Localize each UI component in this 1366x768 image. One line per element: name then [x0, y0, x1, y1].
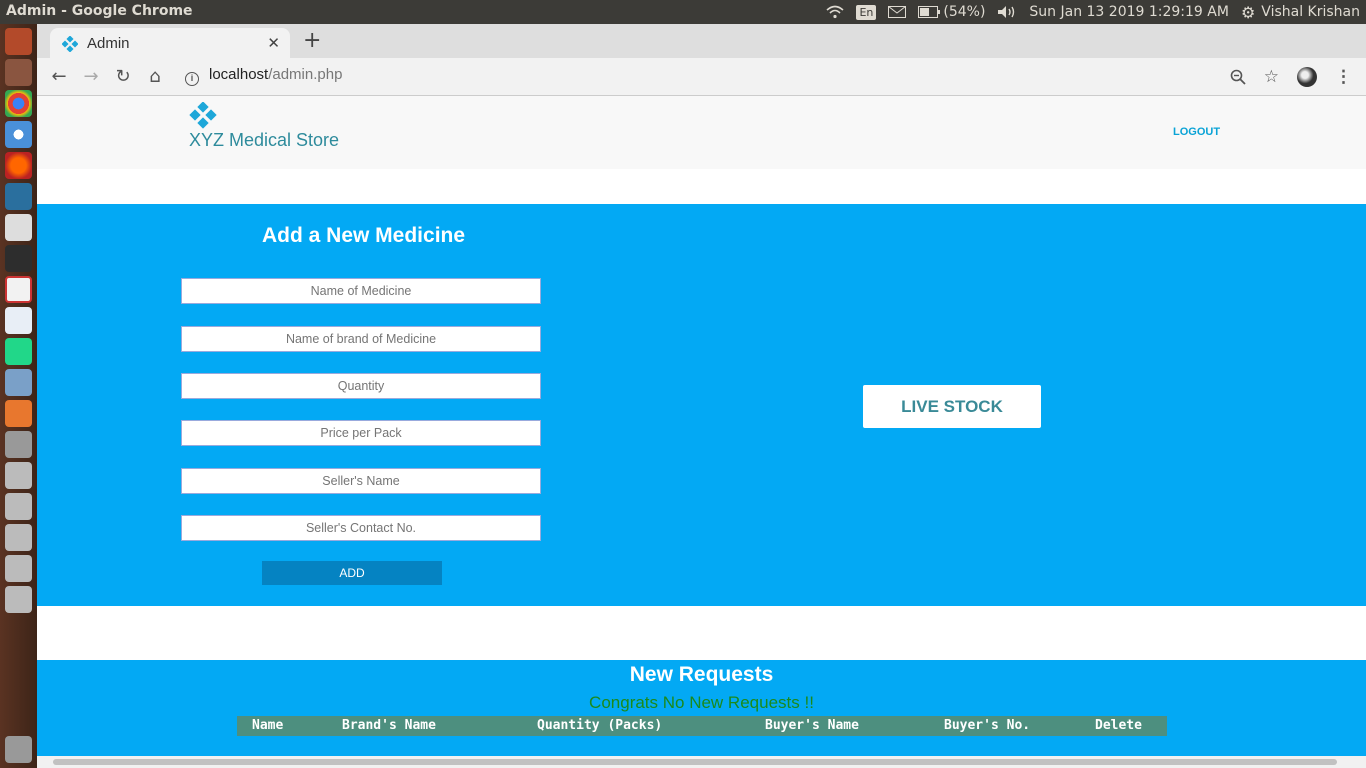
seller-contact-input[interactable] [181, 515, 541, 541]
menu-kebab-icon[interactable]: ⋮ [1335, 67, 1352, 87]
bookmark-star-icon[interactable]: ☆ [1264, 67, 1279, 87]
new-requests-title: New Requests [629, 663, 774, 686]
quantity-input[interactable] [181, 373, 541, 399]
requests-table-header: Name Brand's Name Quantity (Packs) Buyer… [237, 716, 1167, 736]
back-icon[interactable]: ← [49, 67, 69, 87]
column-header: Buyer's No. [944, 718, 1031, 733]
clock[interactable]: Sun Jan 13 2019 1:29:19 AM [1029, 4, 1229, 20]
brand-name[interactable]: XYZ Medical Store [189, 130, 339, 151]
column-header: Buyer's Name [765, 718, 859, 733]
window-title: Admin - Google Chrome [6, 3, 193, 19]
live-stock-button[interactable]: LIVE STOCK [863, 385, 1041, 428]
keyboard-language[interactable]: En [856, 4, 877, 20]
column-header: Quantity (Packs) [537, 718, 663, 733]
price-per-pack-input[interactable] [181, 420, 541, 446]
document-icon[interactable] [5, 307, 32, 334]
mail-icon[interactable] [888, 6, 907, 18]
virtualbox-icon[interactable] [5, 183, 32, 210]
site-info-icon[interactable]: i [185, 72, 199, 86]
battery-icon [918, 6, 941, 18]
user-menu[interactable]: ⚙ Vishal Krishan [1241, 3, 1360, 22]
address-bar[interactable]: i localhost/admin.php [185, 66, 342, 86]
add-medicine-title: Add a New Medicine [262, 224, 466, 247]
files-icon[interactable] [5, 59, 32, 86]
new-tab-icon[interactable]: + [303, 28, 321, 53]
column-header: Delete [1095, 718, 1142, 733]
pycharm-icon[interactable] [5, 338, 32, 365]
site-favicon-icon [61, 35, 79, 57]
add-button[interactable]: ADD [262, 561, 442, 585]
no-requests-message: Congrats No New Requests !! [589, 693, 814, 712]
forward-icon[interactable]: → [81, 67, 101, 87]
trash-icon[interactable] [5, 736, 32, 763]
chrome-icon[interactable] [5, 90, 32, 117]
settings-icon[interactable] [5, 431, 32, 458]
text-editor-icon[interactable] [5, 214, 32, 241]
browser-window: Admin ✕ + ← → ↻ ⌂ i localhost/admin.php ☆… [37, 24, 1366, 768]
zoom-icon[interactable] [1230, 69, 1246, 85]
url-path: /admin.php [268, 66, 343, 83]
drive-icon[interactable] [5, 462, 32, 489]
scrollbar-thumb[interactable] [53, 759, 1337, 765]
home-icon[interactable]: ⌂ [145, 67, 165, 87]
system-tray: En (54%) Sun Jan 13 2019 1:29:19 AM ⚙ Vi… [826, 0, 1360, 24]
reload-icon[interactable]: ↻ [113, 67, 133, 87]
site-navbar: XYZ Medical Store LOGOUT [37, 96, 1366, 169]
package-icon[interactable] [5, 369, 32, 396]
drive-icon[interactable] [5, 555, 32, 582]
add-medicine-section: Add a New Medicine ADD LIVE STOCK [37, 204, 1366, 606]
ubuntu-launcher [0, 24, 37, 768]
terminal-icon[interactable] [5, 245, 32, 272]
logout-link[interactable]: LOGOUT [1173, 126, 1220, 138]
toolbar-actions: ☆ ⋮ [1230, 67, 1352, 87]
drive-icon[interactable] [5, 493, 32, 520]
eclipse-icon[interactable] [5, 276, 32, 303]
brand-name-input[interactable] [181, 326, 541, 352]
horizontal-scrollbar[interactable] [37, 756, 1366, 768]
web-page: XYZ Medical Store LOGOUT Add a New Medic… [37, 96, 1366, 756]
tab-title: Admin [87, 35, 130, 52]
dash-icon[interactable] [5, 28, 32, 55]
firefox-icon[interactable] [5, 152, 32, 179]
column-header: Brand's Name [342, 718, 436, 733]
volume-icon[interactable] [997, 5, 1017, 19]
battery-percent: (54%) [943, 4, 986, 20]
software-center-icon[interactable] [5, 400, 32, 427]
browser-toolbar: ← → ↻ ⌂ i localhost/admin.php ☆ ⋮ [37, 58, 1366, 96]
close-tab-icon[interactable]: ✕ [267, 34, 280, 52]
chromium-icon[interactable] [5, 121, 32, 148]
seller-name-input[interactable] [181, 468, 541, 494]
new-requests-section: New Requests Congrats No New Requests !!… [37, 660, 1366, 756]
gear-icon: ⚙ [1240, 2, 1256, 22]
tab-strip: Admin ✕ + [37, 24, 1366, 58]
profile-avatar[interactable] [1297, 67, 1317, 87]
medicine-name-input[interactable] [181, 278, 541, 304]
user-name: Vishal Krishan [1261, 4, 1360, 20]
url-host: localhost [209, 66, 269, 83]
wifi-icon[interactable] [826, 5, 844, 19]
drive-icon[interactable] [5, 586, 32, 613]
system-top-bar: Admin - Google Chrome En (54%) Sun Jan 1… [0, 0, 1366, 24]
tab-admin[interactable]: Admin ✕ [50, 28, 290, 58]
drive-icon[interactable] [5, 524, 32, 551]
battery-indicator[interactable]: (54%) [918, 4, 985, 20]
column-header: Name [252, 718, 284, 733]
